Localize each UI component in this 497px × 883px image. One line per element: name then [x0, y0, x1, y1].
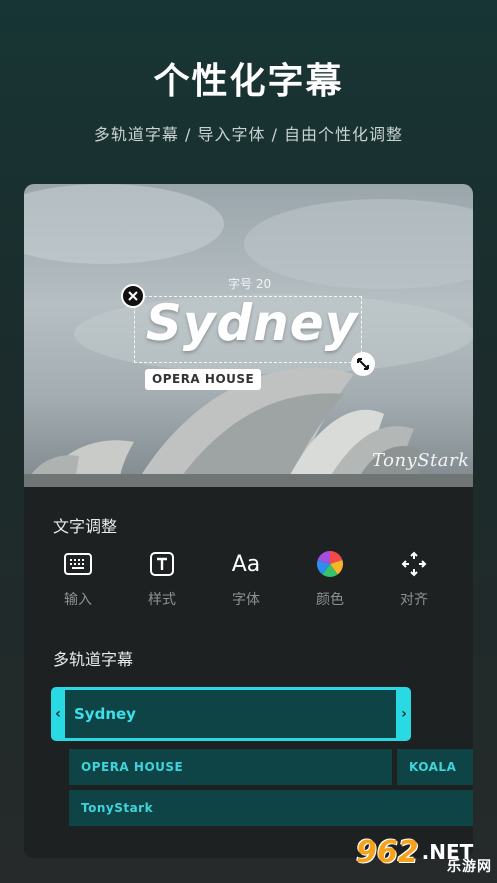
keyboard-icon [48, 547, 108, 581]
selected-track-clip[interactable]: ‹ Sydney › [51, 687, 411, 741]
tool-align[interactable]: 对齐 [384, 547, 444, 609]
track-clip-label: Sydney [65, 690, 396, 738]
tool-label: 颜色 [316, 592, 344, 608]
subtitle-timeline: ‹ Sydney › OPERA HOUSE KOALA TonyStark [24, 687, 473, 847]
align-move-icon [384, 547, 444, 581]
tool-row: 输入 样式 Aa 字体 颜色 对齐 [48, 547, 473, 617]
chevron-right-icon[interactable]: › [397, 687, 411, 741]
text-style-icon [132, 547, 192, 581]
adjust-panel: 文字调整 输入 样式 Aa 字体 颜色 对齐 多轨道字幕 ‹ Sydney › … [24, 487, 473, 858]
site-watermark: 962 .NET 乐游网 [356, 828, 494, 876]
resize-icon[interactable] [351, 352, 375, 376]
subtitle-secondary-text[interactable]: OPERA HOUSE [145, 369, 262, 390]
tool-style[interactable]: 样式 [132, 547, 192, 609]
tool-label: 输入 [64, 592, 92, 608]
track-clip[interactable]: KOALA [397, 749, 473, 785]
color-wheel-icon [300, 547, 360, 581]
tool-label: 对齐 [400, 592, 428, 608]
tool-label: 样式 [148, 592, 176, 608]
close-icon[interactable] [121, 284, 145, 308]
signature-text[interactable]: TonyStark [372, 450, 470, 471]
track-clip[interactable]: OPERA HOUSE [69, 749, 392, 785]
page-title: 个性化字幕 [153, 61, 344, 102]
preview-image: 字号 20 Sydney OPERA HOUSE TonyStark [24, 184, 473, 487]
track-clip[interactable]: TonyStark [69, 790, 473, 826]
multi-track-title: 多轨道字幕 [53, 650, 134, 669]
font-size-label: 字号 20 [228, 277, 272, 291]
font-icon: Aa [231, 551, 261, 577]
tool-color[interactable]: 颜色 [300, 547, 360, 609]
tool-label: 字体 [232, 592, 260, 608]
watermark-number: 962 [356, 834, 419, 870]
tool-font[interactable]: Aa 字体 [216, 547, 276, 609]
page-subtitle: 多轨道字幕 / 导入字体 / 自由个性化调整 [93, 125, 404, 144]
subtitle-main-text[interactable]: Sydney [142, 294, 362, 352]
text-adjust-title: 文字调整 [53, 517, 118, 536]
tool-input[interactable]: 输入 [48, 547, 108, 609]
editor-card: 字号 20 Sydney OPERA HOUSE TonyStark 文字调整 [24, 184, 473, 858]
chevron-left-icon[interactable]: ‹ [51, 687, 65, 741]
watermark-text: 乐游网 [447, 859, 492, 875]
